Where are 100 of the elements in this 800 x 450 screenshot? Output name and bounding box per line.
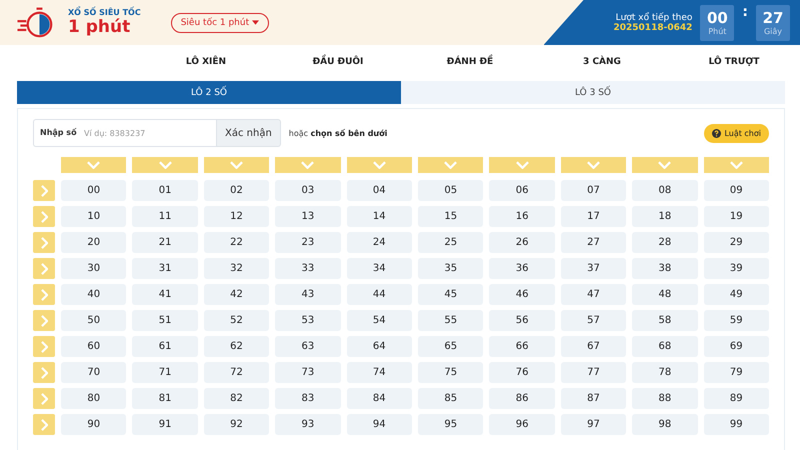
number-cell[interactable]: 10 [61,206,126,227]
number-cell[interactable]: 06 [489,180,555,201]
number-cell[interactable]: 13 [275,206,341,227]
number-cell[interactable]: 39 [704,258,769,279]
number-cell[interactable]: 22 [204,232,270,253]
row-select-button[interactable] [33,284,55,305]
number-cell[interactable]: 29 [704,232,769,253]
number-cell[interactable]: 31 [132,258,198,279]
number-cell[interactable]: 11 [132,206,198,227]
number-cell[interactable]: 54 [346,310,412,331]
number-cell[interactable]: 26 [489,232,555,253]
number-cell[interactable]: 41 [132,284,198,305]
subtab[interactable]: LÔ 2 SỐ [17,81,401,104]
game-tab[interactable]: ĐẦU ĐUÔI [272,45,404,79]
row-select-button[interactable] [33,310,55,331]
row-select-button[interactable] [33,388,55,409]
number-cell[interactable]: 38 [632,258,698,279]
row-select-button[interactable] [33,206,55,227]
number-cell[interactable]: 84 [346,388,412,409]
number-cell[interactable]: 64 [346,336,412,357]
column-select-button[interactable] [560,157,626,173]
number-cell[interactable]: 74 [346,362,412,383]
number-cell[interactable]: 21 [132,232,198,253]
number-cell[interactable]: 72 [204,362,270,383]
number-cell[interactable]: 94 [346,414,412,435]
number-cell[interactable]: 78 [632,362,698,383]
number-cell[interactable]: 95 [418,414,484,435]
number-cell[interactable]: 27 [560,232,626,253]
game-tab[interactable]: ĐÁNH ĐỀ [404,45,536,79]
number-cell[interactable]: 67 [560,336,626,357]
column-select-button[interactable] [132,157,198,173]
game-dropdown[interactable]: Siêu tốc 1 phút [170,12,270,32]
row-select-button[interactable] [33,180,55,201]
number-cell[interactable]: 89 [704,388,769,409]
number-cell[interactable]: 63 [275,336,341,357]
number-cell[interactable]: 58 [632,310,698,331]
number-cell[interactable]: 25 [418,232,484,253]
number-cell[interactable]: 59 [704,310,769,331]
column-select-button[interactable] [346,157,412,173]
number-cell[interactable]: 61 [132,336,198,357]
column-select-button[interactable] [204,157,270,173]
number-cell[interactable]: 80 [61,388,126,409]
number-cell[interactable]: 83 [275,388,341,409]
number-cell[interactable]: 23 [275,232,341,253]
number-cell[interactable]: 98 [632,414,698,435]
number-cell[interactable]: 49 [704,284,769,305]
number-cell[interactable]: 44 [346,284,412,305]
number-cell[interactable]: 03 [275,180,341,201]
number-cell[interactable]: 35 [418,258,484,279]
row-select-button[interactable] [33,414,55,435]
game-tab[interactable]: LÔ TRƯỢT [668,45,800,79]
column-select-button[interactable] [61,157,126,173]
number-cell[interactable]: 81 [132,388,198,409]
number-cell[interactable]: 17 [560,206,626,227]
column-select-button[interactable] [704,157,769,173]
number-cell[interactable]: 24 [346,232,412,253]
number-cell[interactable]: 01 [132,180,198,201]
confirm-button[interactable]: Xác nhận [216,119,281,147]
subtab[interactable]: LÔ 3 SỐ [401,81,785,104]
number-cell[interactable]: 97 [560,414,626,435]
number-cell[interactable]: 76 [489,362,555,383]
number-cell[interactable]: 87 [560,388,626,409]
number-cell[interactable]: 88 [632,388,698,409]
number-cell[interactable]: 16 [489,206,555,227]
number-cell[interactable]: 60 [61,336,126,357]
number-cell[interactable]: 20 [61,232,126,253]
number-cell[interactable]: 00 [61,180,126,201]
game-tab[interactable]: 3 CÀNG [536,45,668,79]
number-cell[interactable]: 15 [418,206,484,227]
number-cell[interactable]: 70 [61,362,126,383]
number-cell[interactable]: 43 [275,284,341,305]
number-cell[interactable]: 56 [489,310,555,331]
number-cell[interactable]: 53 [275,310,341,331]
number-cell[interactable]: 66 [489,336,555,357]
row-select-button[interactable] [33,362,55,383]
number-cell[interactable]: 09 [704,180,769,201]
number-cell[interactable]: 08 [632,180,698,201]
number-cell[interactable]: 93 [275,414,341,435]
number-cell[interactable]: 51 [132,310,198,331]
number-cell[interactable]: 46 [489,284,555,305]
number-cell[interactable]: 75 [418,362,484,383]
row-select-button[interactable] [33,232,55,253]
number-cell[interactable]: 18 [632,206,698,227]
number-cell[interactable]: 28 [632,232,698,253]
number-cell[interactable]: 79 [704,362,769,383]
number-cell[interactable]: 42 [204,284,270,305]
number-cell[interactable]: 37 [560,258,626,279]
number-cell[interactable]: 32 [204,258,270,279]
number-cell[interactable]: 71 [132,362,198,383]
number-cell[interactable]: 86 [489,388,555,409]
number-cell[interactable]: 92 [204,414,270,435]
number-cell[interactable]: 55 [418,310,484,331]
rules-button[interactable]: Luật chơi [704,124,769,142]
number-cell[interactable]: 33 [275,258,341,279]
number-cell[interactable]: 50 [61,310,126,331]
number-cell[interactable]: 85 [418,388,484,409]
number-cell[interactable]: 30 [61,258,126,279]
row-select-button[interactable] [33,336,55,357]
number-cell[interactable]: 99 [704,414,769,435]
number-cell[interactable]: 62 [204,336,270,357]
